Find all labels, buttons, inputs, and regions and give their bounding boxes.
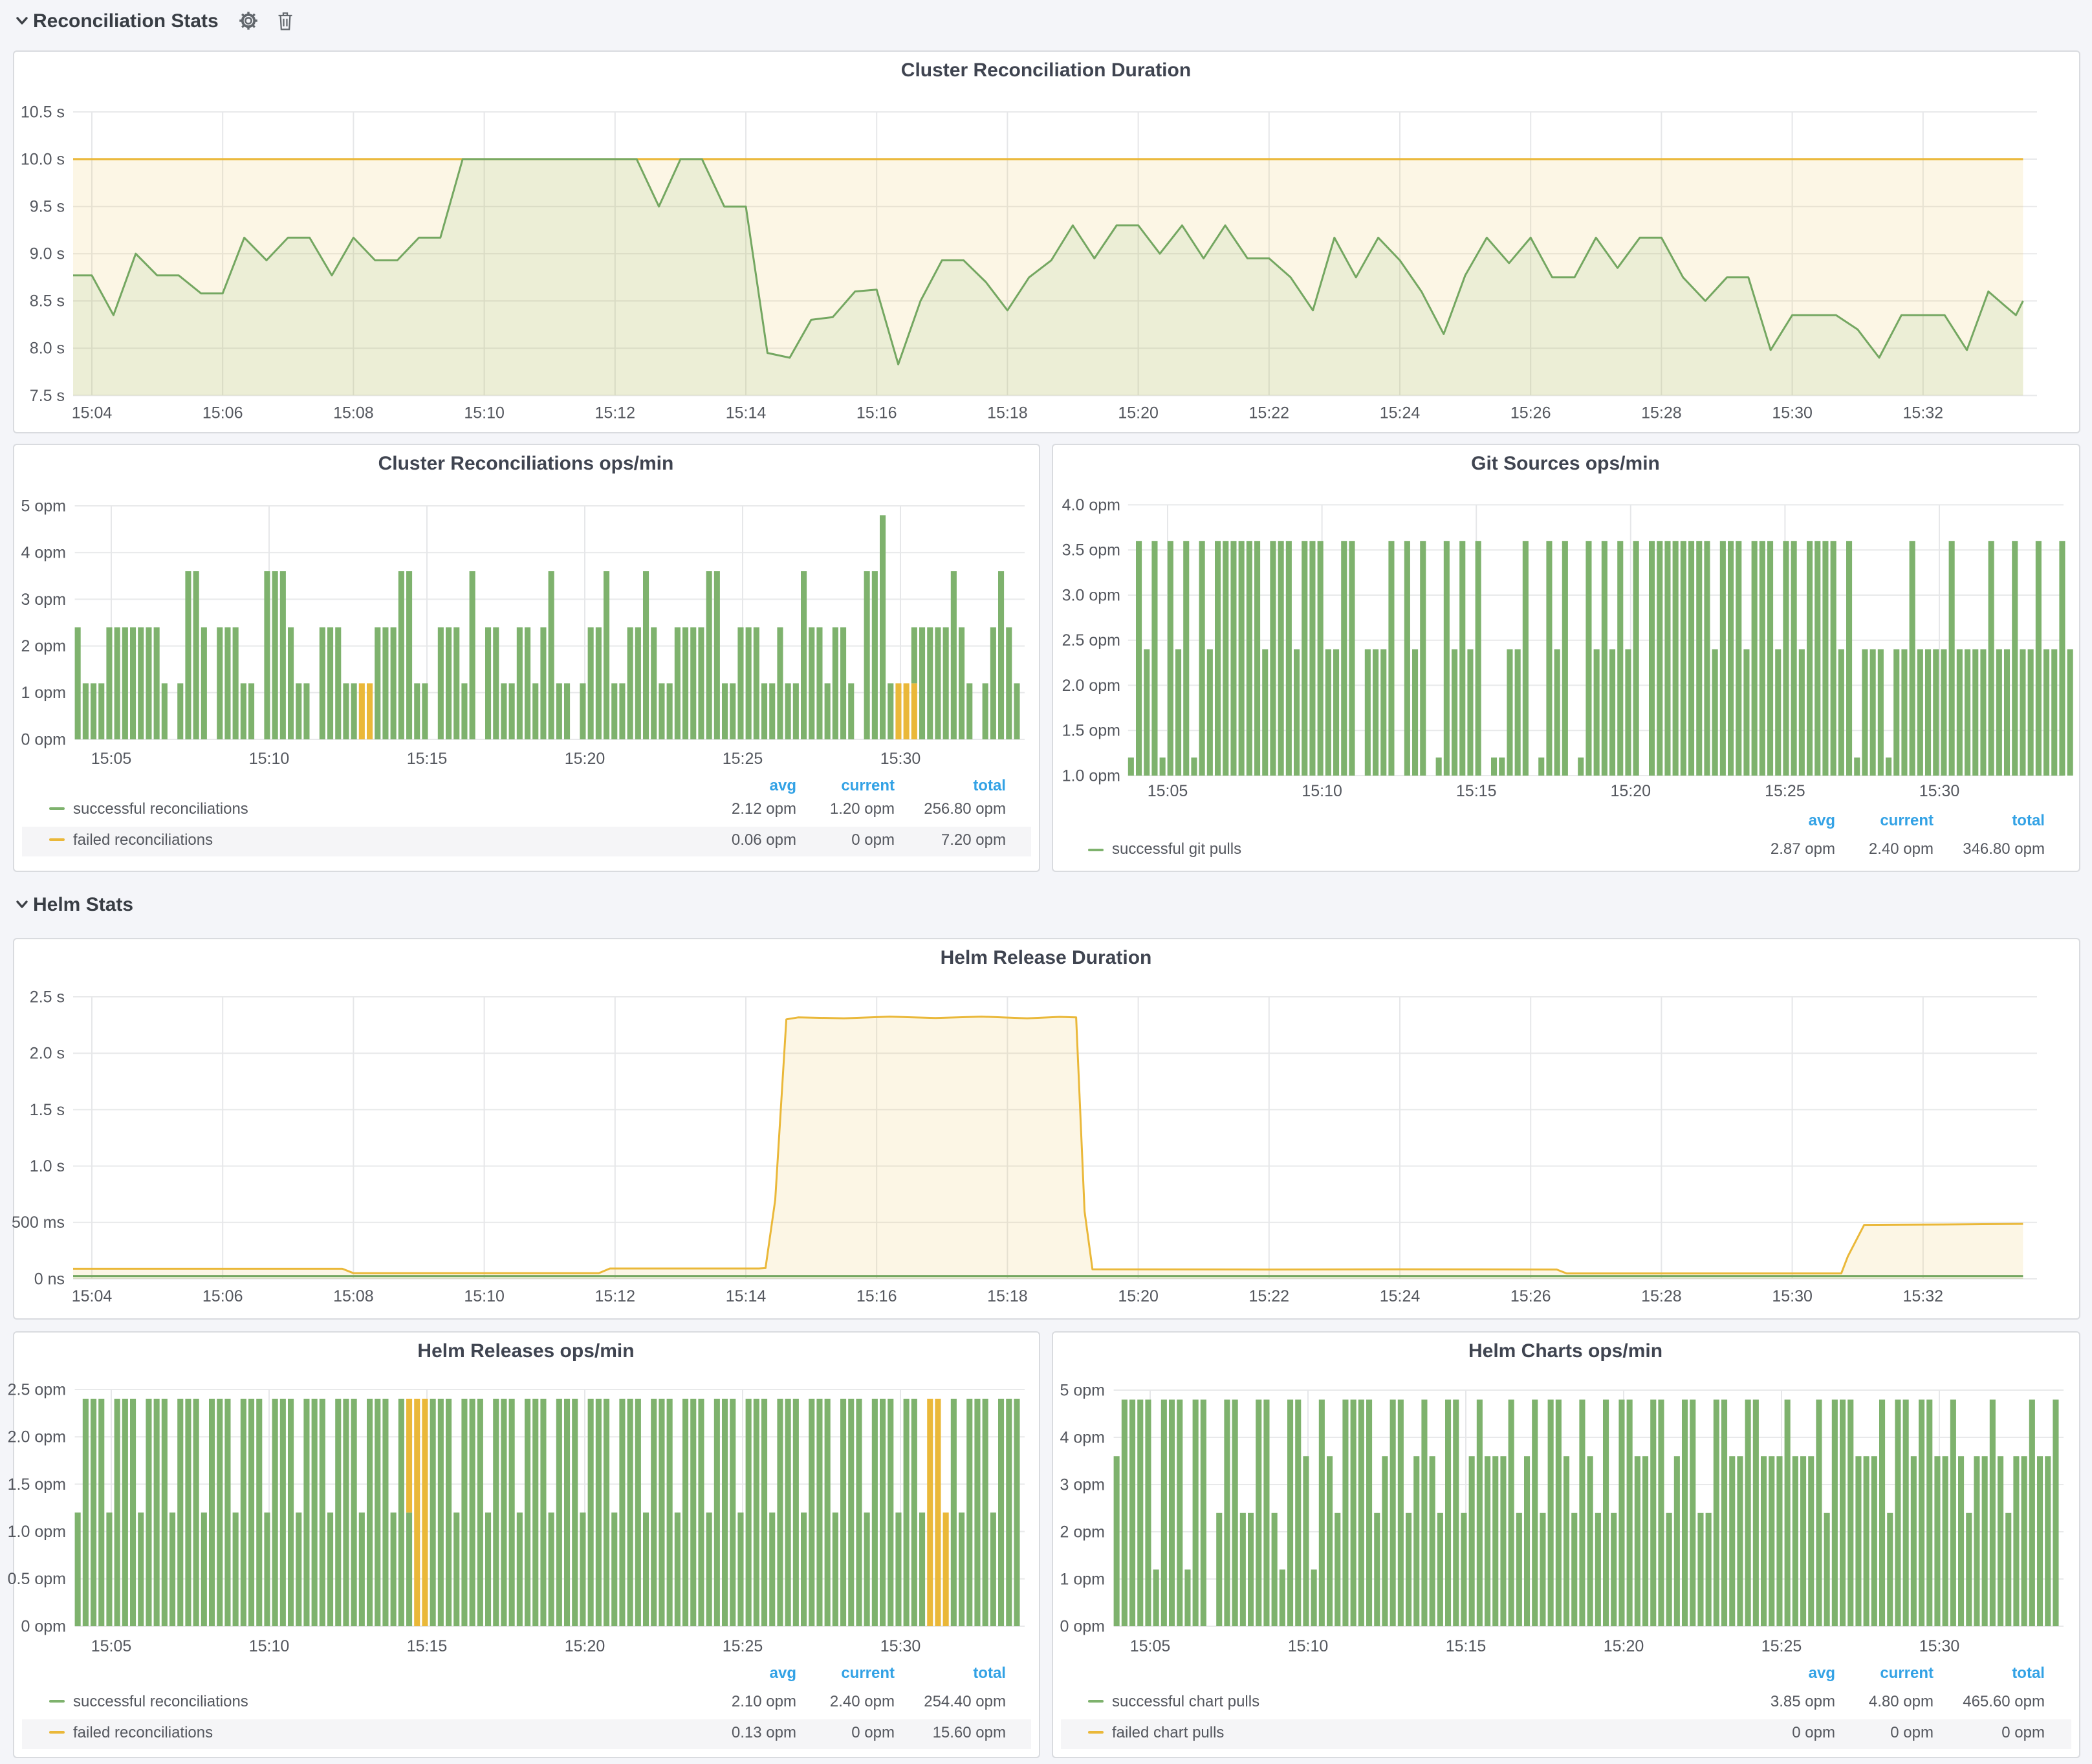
svg-text:15:05: 15:05 (1147, 782, 1188, 800)
svg-text:15:30: 15:30 (1919, 1637, 1959, 1655)
svg-text:15:18: 15:18 (986, 404, 1027, 422)
svg-text:15:14: 15:14 (725, 1287, 766, 1305)
svg-text:15:15: 15:15 (406, 1637, 447, 1655)
svg-text:0 opm: 0 opm (1060, 1617, 1104, 1635)
svg-text:15:20: 15:20 (564, 1637, 605, 1655)
svg-text:15:26: 15:26 (1510, 1287, 1551, 1305)
svg-text:2.0 s: 2.0 s (29, 1045, 64, 1063)
svg-text:15:12: 15:12 (594, 1287, 635, 1305)
svg-text:15:16: 15:16 (856, 404, 897, 422)
svg-text:15:04: 15:04 (71, 404, 112, 422)
svg-text:5 opm: 5 opm (1060, 1380, 1104, 1399)
svg-text:15:06: 15:06 (202, 1287, 243, 1305)
svg-text:15:08: 15:08 (332, 1287, 373, 1305)
svg-text:15:28: 15:28 (1640, 404, 1681, 422)
svg-text:1.0 opm: 1.0 opm (1062, 767, 1120, 785)
svg-text:4 opm: 4 opm (1060, 1428, 1104, 1446)
svg-text:500 ms: 500 ms (11, 1214, 64, 1232)
svg-text:2.0 opm: 2.0 opm (7, 1428, 65, 1446)
svg-text:15:25: 15:25 (1764, 782, 1805, 800)
svg-text:10.0 s: 10.0 s (20, 150, 64, 168)
svg-text:15:06: 15:06 (202, 404, 243, 422)
svg-text:2.5 opm: 2.5 opm (1062, 631, 1120, 649)
svg-text:1.5 opm: 1.5 opm (7, 1475, 65, 1493)
svg-text:15:15: 15:15 (1455, 782, 1496, 800)
svg-text:3.0 opm: 3.0 opm (1062, 586, 1120, 604)
svg-text:15:10: 15:10 (248, 1637, 289, 1655)
svg-text:7.5 s: 7.5 s (29, 387, 64, 405)
svg-text:0.5 opm: 0.5 opm (7, 1569, 65, 1587)
svg-text:4.0 opm: 4.0 opm (1062, 496, 1120, 514)
svg-text:15:26: 15:26 (1510, 404, 1551, 422)
svg-text:15:20: 15:20 (1117, 404, 1158, 422)
svg-text:15:30: 15:30 (1919, 782, 1959, 800)
svg-text:1.5 opm: 1.5 opm (1062, 722, 1120, 740)
svg-text:15:30: 15:30 (880, 1637, 921, 1655)
svg-text:0 ns: 0 ns (34, 1270, 64, 1288)
svg-text:2 opm: 2 opm (1060, 1522, 1104, 1540)
svg-text:3 opm: 3 opm (1060, 1475, 1104, 1493)
svg-text:3 opm: 3 opm (21, 591, 65, 609)
svg-text:3.5 opm: 3.5 opm (1062, 541, 1120, 560)
svg-text:9.0 s: 9.0 s (29, 245, 64, 263)
svg-text:15:10: 15:10 (1301, 782, 1342, 800)
svg-text:15:15: 15:15 (1445, 1637, 1486, 1655)
svg-text:15:10: 15:10 (463, 404, 504, 422)
svg-text:15:18: 15:18 (986, 1287, 1027, 1305)
svg-text:2 opm: 2 opm (21, 637, 65, 655)
svg-text:0 opm: 0 opm (21, 1617, 65, 1635)
svg-text:2.5 s: 2.5 s (29, 988, 64, 1006)
svg-text:15:10: 15:10 (248, 750, 289, 768)
svg-text:2.5 opm: 2.5 opm (7, 1380, 65, 1398)
svg-text:1.0 opm: 1.0 opm (7, 1522, 65, 1540)
svg-text:15:32: 15:32 (1902, 1287, 1943, 1305)
svg-text:15:20: 15:20 (564, 750, 605, 768)
svg-text:15:30: 15:30 (880, 750, 921, 768)
svg-text:15:30: 15:30 (1771, 404, 1812, 422)
svg-text:15:08: 15:08 (332, 404, 373, 422)
svg-text:9.5 s: 9.5 s (29, 198, 64, 216)
svg-text:15:04: 15:04 (71, 1287, 112, 1305)
svg-text:8.5 s: 8.5 s (29, 292, 64, 310)
svg-text:15:24: 15:24 (1379, 1287, 1420, 1305)
svg-text:15:10: 15:10 (463, 1287, 504, 1305)
svg-text:10.5 s: 10.5 s (20, 103, 64, 121)
svg-text:5 opm: 5 opm (21, 497, 65, 515)
svg-text:15:22: 15:22 (1248, 404, 1289, 422)
svg-text:15:32: 15:32 (1902, 404, 1943, 422)
svg-text:15:05: 15:05 (91, 1637, 131, 1655)
svg-text:1 opm: 1 opm (1060, 1569, 1104, 1587)
svg-text:15:30: 15:30 (1771, 1287, 1812, 1305)
svg-text:15:25: 15:25 (722, 1637, 763, 1655)
svg-text:15:25: 15:25 (722, 750, 763, 768)
svg-text:8.0 s: 8.0 s (29, 340, 64, 358)
svg-text:1.5 s: 1.5 s (29, 1101, 64, 1119)
svg-text:15:05: 15:05 (1129, 1637, 1170, 1655)
svg-text:15:05: 15:05 (91, 750, 131, 768)
svg-text:15:15: 15:15 (406, 750, 447, 768)
svg-text:15:12: 15:12 (594, 404, 635, 422)
svg-text:15:20: 15:20 (1117, 1287, 1158, 1305)
svg-text:2.0 opm: 2.0 opm (1062, 677, 1120, 695)
svg-text:15:25: 15:25 (1761, 1637, 1802, 1655)
svg-text:15:22: 15:22 (1248, 1287, 1289, 1305)
svg-text:15:24: 15:24 (1379, 404, 1420, 422)
svg-text:15:14: 15:14 (725, 404, 766, 422)
svg-text:15:28: 15:28 (1640, 1287, 1681, 1305)
svg-text:15:20: 15:20 (1610, 782, 1651, 800)
svg-text:1 opm: 1 opm (21, 684, 65, 702)
svg-text:0 opm: 0 opm (21, 730, 65, 748)
svg-text:15:20: 15:20 (1603, 1637, 1644, 1655)
svg-text:15:16: 15:16 (856, 1287, 897, 1305)
svg-text:15:10: 15:10 (1287, 1637, 1328, 1655)
svg-text:1.0 s: 1.0 s (29, 1157, 64, 1175)
svg-text:4 opm: 4 opm (21, 544, 65, 562)
